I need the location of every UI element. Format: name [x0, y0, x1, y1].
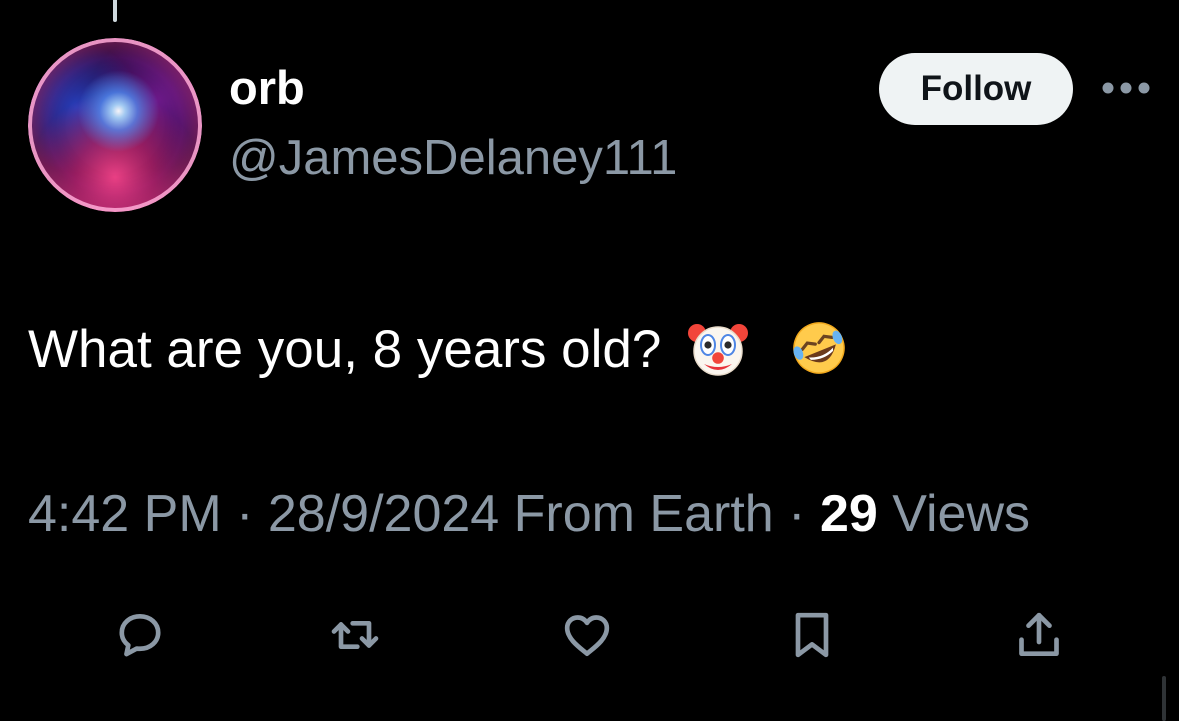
- views-count: 29: [819, 485, 878, 543]
- more-options-button[interactable]: [1096, 66, 1156, 110]
- reply-icon: [119, 614, 161, 657]
- tweet-meta: 4:42 PM · 28/9/2024 From Earth · 29 View…: [28, 485, 1030, 545]
- reply-button[interactable]: [105, 600, 175, 670]
- tweet-body: What are you, 8 years old?: [28, 320, 662, 379]
- meta-separator: ·: [221, 485, 268, 543]
- share-icon: [1019, 612, 1059, 656]
- retweet-icon: [331, 621, 379, 649]
- tweet-time[interactable]: 4:42 PM: [28, 485, 222, 543]
- scrollbar[interactable]: [1162, 676, 1166, 721]
- like-button[interactable]: [552, 600, 622, 670]
- bookmark-icon: [795, 612, 829, 658]
- tweet-source: From Earth: [513, 485, 774, 543]
- tweet-date[interactable]: 28/9/2024: [268, 485, 499, 543]
- tweet-actions-bar: [0, 600, 1179, 670]
- thread-connector-line: [113, 0, 117, 22]
- clown-face-emoji: [688, 324, 749, 376]
- rolling-on-floor-laughing-emoji: [793, 322, 845, 374]
- author-display-name[interactable]: orb: [229, 62, 305, 114]
- meta-separator: ·: [773, 485, 820, 543]
- tweet-text: What are you, 8 years old?: [28, 320, 851, 381]
- bookmark-button[interactable]: [777, 600, 847, 670]
- heart-icon: [564, 615, 610, 656]
- more-horizontal-icon: [1102, 82, 1150, 94]
- views-label: Views: [892, 485, 1031, 543]
- retweet-button[interactable]: [320, 600, 390, 670]
- share-button[interactable]: [1004, 600, 1074, 670]
- avatar[interactable]: [28, 38, 202, 212]
- follow-button[interactable]: Follow: [879, 53, 1073, 125]
- author-handle[interactable]: @JamesDelaney111: [229, 131, 677, 186]
